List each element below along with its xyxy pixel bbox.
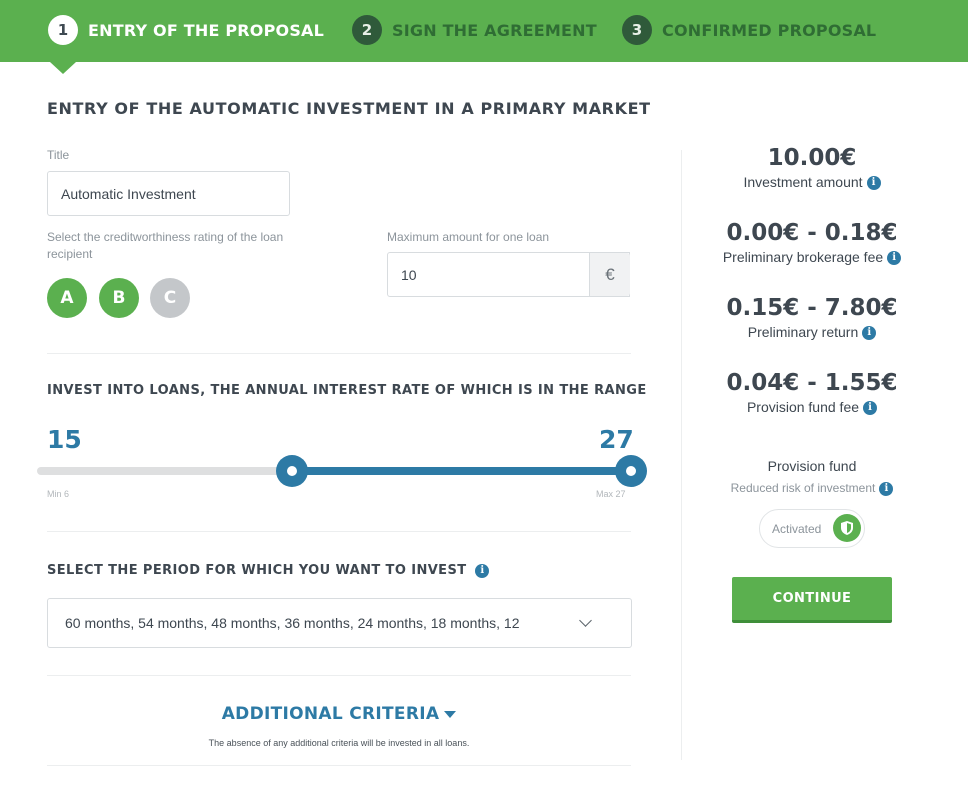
provision-fund-subtitle: Reduced risk of investment i xyxy=(690,481,934,496)
brokerage-fee-label-text: Preliminary brokerage fee xyxy=(722,249,884,265)
divider xyxy=(47,675,631,676)
currency-addon: € xyxy=(589,253,630,296)
additional-criteria-note: The absence of any additional criteria w… xyxy=(208,738,470,748)
rating-label: Select the creditworthiness rating of th… xyxy=(47,230,284,261)
shield-icon xyxy=(833,514,861,542)
provision-fee-label-text: Provision fund fee xyxy=(746,399,860,415)
step-3-number: 3 xyxy=(622,15,652,45)
divider xyxy=(47,765,631,766)
step-1: 1 ENTRY OF THE PROPOSAL xyxy=(48,14,324,46)
info-icon[interactable]: i xyxy=(879,481,894,496)
step-1-label: ENTRY OF THE PROPOSAL xyxy=(88,20,325,40)
rating-b-button[interactable]: B xyxy=(99,278,139,318)
title-label: Title xyxy=(47,148,70,162)
rate-min-limit-label: Min 6 xyxy=(47,489,70,499)
provision-status-label: Activated xyxy=(772,521,822,536)
period-select[interactable]: 60 months, 54 months, 48 months, 36 mont… xyxy=(47,598,632,648)
additional-criteria-toggle[interactable]: ADDITIONAL CRITERIA xyxy=(47,704,631,724)
rate-min-value: 15 xyxy=(47,425,82,454)
brokerage-fee-value: 0.00€ - 0.18€ xyxy=(726,220,898,246)
investment-amount-label-text: Investment amount xyxy=(743,174,863,190)
divider xyxy=(47,353,631,354)
period-heading: SELECT THE PERIOD FOR WHICH YOU WANT TO … xyxy=(47,563,490,578)
step-3: 3 CONFIRMED PROPOSAL xyxy=(622,14,876,46)
caret-down-icon xyxy=(444,710,457,718)
brokerage-fee-label: Preliminary brokerage fee i xyxy=(690,249,934,266)
provision-fund-title: Provision fund xyxy=(767,458,857,474)
info-icon[interactable]: i xyxy=(862,326,877,341)
active-step-pointer xyxy=(50,62,76,74)
rate-max-value: 27 xyxy=(599,425,634,454)
step-2-label: SIGN THE AGREEMENT xyxy=(392,20,597,40)
step-3-label: CONFIRMED PROPOSAL xyxy=(662,20,877,40)
continue-button[interactable]: CONTINUE xyxy=(732,577,892,623)
divider xyxy=(47,531,631,532)
info-icon[interactable]: i xyxy=(475,563,490,578)
investment-amount-label: Investment amount i xyxy=(690,174,934,191)
step-2: 2 SIGN THE AGREEMENT xyxy=(352,14,597,46)
provision-fee-label: Provision fund fee i xyxy=(690,399,934,416)
return-label-text: Preliminary return xyxy=(747,324,859,340)
investment-amount-value: 10.00€ xyxy=(767,145,857,171)
rate-slider-max-handle[interactable] xyxy=(615,455,647,487)
rating-c-button[interactable]: C xyxy=(150,278,190,318)
rate-max-limit-label: Max 27 xyxy=(596,489,626,499)
step-progress-bar: 1 ENTRY OF THE PROPOSAL 2 SIGN THE AGREE… xyxy=(0,0,968,62)
rate-slider-min-handle[interactable] xyxy=(275,455,308,487)
step-1-number: 1 xyxy=(48,15,78,45)
provision-fee-value: 0.04€ - 1.55€ xyxy=(726,370,898,396)
return-label: Preliminary return i xyxy=(690,324,934,341)
info-icon[interactable]: i xyxy=(887,251,902,266)
additional-criteria-label: ADDITIONAL CRITERIA xyxy=(221,704,440,724)
period-select-value: 60 months, 54 months, 48 months, 36 mont… xyxy=(65,615,520,631)
period-heading-text: SELECT THE PERIOD FOR WHICH YOU WANT TO … xyxy=(47,563,467,578)
title-input[interactable]: Automatic Investment xyxy=(47,171,290,216)
rate-slider-selected-range xyxy=(291,467,631,475)
info-icon[interactable]: i xyxy=(866,176,881,191)
max-amount-label: Maximum amount for one loan xyxy=(387,230,550,244)
rate-heading: INVEST INTO LOANS, THE ANNUAL INTEREST R… xyxy=(47,383,647,398)
rating-a-button[interactable]: A xyxy=(47,278,87,318)
step-2-number: 2 xyxy=(352,15,382,45)
info-icon[interactable]: i xyxy=(863,401,878,416)
summary-separator xyxy=(681,150,682,760)
page-title: ENTRY OF THE AUTOMATIC INVESTMENT IN A P… xyxy=(47,99,651,118)
return-value: 0.15€ - 7.80€ xyxy=(726,295,898,321)
provision-fund-subtitle-text: Reduced risk of investment xyxy=(730,481,876,495)
